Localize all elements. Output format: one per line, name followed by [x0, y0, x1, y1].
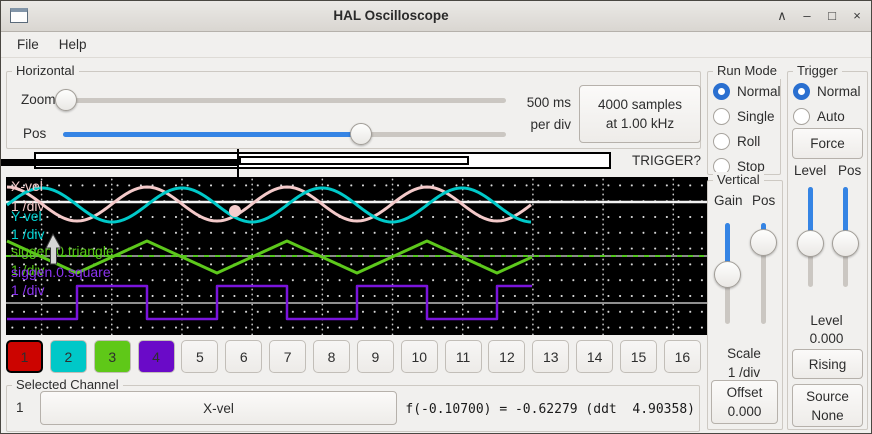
- radio-option-normal[interactable]: Normal: [713, 83, 781, 100]
- titlebar: HAL Oscilloscope ∧ – □ ×: [1, 1, 871, 32]
- scope-display[interactable]: X-vel1 /divY-vel1 /divsiggen.0.triangle1…: [6, 177, 708, 335]
- record-capture-bar: [239, 156, 469, 165]
- channel-button-1[interactable]: 1: [6, 340, 43, 373]
- trigger-pos-label: Pos: [838, 163, 861, 178]
- vertical-gain-knob[interactable]: [714, 261, 741, 288]
- trigger-source-value: None: [811, 406, 843, 425]
- radio-icon[interactable]: [713, 83, 730, 100]
- radio-icon[interactable]: [793, 83, 810, 100]
- samples-line2: at 1.00 kHz: [606, 114, 674, 133]
- channel-button-9[interactable]: 9: [357, 340, 394, 373]
- trigger-frame-label: Trigger: [793, 63, 842, 79]
- minimize-button[interactable]: –: [799, 8, 815, 24]
- vertical-frame-label: Vertical: [713, 172, 764, 188]
- trigger-source-button[interactable]: Source None: [792, 384, 863, 427]
- selected-channel-number: 1: [16, 400, 24, 415]
- vertical-offset-label: Offset: [727, 383, 763, 402]
- zoom-slider[interactable]: [63, 98, 506, 103]
- vertical-pos-label: Pos: [752, 193, 775, 208]
- radio-option-normal[interactable]: Normal: [793, 83, 861, 100]
- vertical-frame: Vertical Gain Pos Scale 1 /div Offset 0.…: [707, 180, 783, 430]
- vertical-offset-value: 0.000: [728, 402, 762, 421]
- record-pretrigger-bar: [1, 159, 239, 166]
- run-mode-options: NormalSingleRollStop: [713, 83, 781, 183]
- trigger-position-tick: [237, 149, 239, 178]
- samples-line1: 4000 samples: [598, 95, 682, 114]
- radio-icon[interactable]: [713, 108, 730, 125]
- pos-label: Pos: [23, 126, 46, 141]
- samples-button[interactable]: 4000 samples at 1.00 kHz: [579, 85, 701, 143]
- scope-svg: X-vel1 /divY-vel1 /divsiggen.0.triangle1…: [6, 177, 708, 335]
- radio-label: Roll: [737, 134, 760, 149]
- radio-label: Auto: [817, 109, 845, 124]
- hal-oscilloscope-window: HAL Oscilloscope ∧ – □ × File Help Horiz…: [0, 0, 872, 434]
- window-title: HAL Oscilloscope: [1, 1, 781, 31]
- trigger-level-label: Level: [794, 163, 826, 178]
- close-button[interactable]: ×: [849, 8, 865, 24]
- maximize-button[interactable]: □: [824, 8, 840, 24]
- vertical-scale-value: 1 /div: [708, 365, 780, 380]
- scope-channel-label: Y-vel: [11, 208, 42, 224]
- radio-label: Single: [737, 109, 775, 124]
- zoom-label: Zoom: [21, 92, 56, 107]
- radio-option-auto[interactable]: Auto: [793, 108, 861, 125]
- channel-button-3[interactable]: 3: [94, 340, 131, 373]
- channel-button-13[interactable]: 13: [532, 340, 569, 373]
- selected-channel-name-button[interactable]: X-vel: [40, 391, 397, 425]
- channel-button-14[interactable]: 14: [576, 340, 613, 373]
- channel-value-readout: f(-0.10700) = -0.62279 (ddt 4.90358): [405, 402, 695, 417]
- zoom-slider-knob[interactable]: [55, 89, 77, 111]
- trigger-point-marker: [229, 205, 241, 217]
- vertical-pos-knob[interactable]: [750, 229, 777, 256]
- trigger-level-value: 0.000: [788, 331, 865, 346]
- per-div-value: 500 ms: [481, 95, 571, 110]
- horizontal-frame-label: Horizontal: [12, 63, 79, 79]
- vertical-scale-label: Scale: [708, 346, 780, 361]
- channel-button-5[interactable]: 5: [181, 340, 218, 373]
- scope-channel-label: X-vel: [11, 178, 43, 194]
- trigger-level-knob[interactable]: [797, 230, 824, 257]
- channel-button-10[interactable]: 10: [401, 340, 438, 373]
- run-mode-frame-label: Run Mode: [713, 63, 781, 79]
- scope-channel-label: siggen.0.square: [11, 264, 111, 280]
- trigger-frame: Trigger NormalAuto Force Level Pos Level…: [787, 71, 868, 430]
- radio-label: Normal: [737, 84, 781, 99]
- menubar: File Help: [1, 32, 871, 58]
- shade-button[interactable]: ∧: [774, 8, 790, 24]
- pos-slider-knob[interactable]: [350, 123, 372, 145]
- channel-button-12[interactable]: 12: [488, 340, 525, 373]
- channel-button-11[interactable]: 11: [445, 340, 482, 373]
- radio-option-roll[interactable]: Roll: [713, 133, 781, 150]
- run-mode-frame: Run Mode NormalSingleRollStop: [707, 71, 781, 175]
- trigger-force-button[interactable]: Force: [792, 128, 863, 159]
- trigger-level-value-label: Level: [788, 313, 865, 328]
- channel-button-4[interactable]: 4: [138, 340, 175, 373]
- channel-button-2[interactable]: 2: [50, 340, 87, 373]
- channel-button-16[interactable]: 16: [664, 340, 701, 373]
- channel-buttons: 12345678910111213141516: [6, 340, 701, 373]
- channel-button-15[interactable]: 15: [620, 340, 657, 373]
- channel-button-7[interactable]: 7: [269, 340, 306, 373]
- vertical-offset-button[interactable]: Offset 0.000: [711, 380, 778, 424]
- scope-channel-label: 1 /div: [11, 226, 44, 242]
- menu-file[interactable]: File: [7, 34, 49, 55]
- trigger-options: Normal Auto: [793, 83, 861, 133]
- radio-icon[interactable]: [713, 133, 730, 150]
- pos-slider-fill: [63, 132, 361, 137]
- trigger-status-label: TRIGGER?: [623, 153, 701, 168]
- radio-icon[interactable]: [793, 108, 810, 125]
- radio-label: Normal: [817, 84, 861, 99]
- radio-option-single[interactable]: Single: [713, 108, 781, 125]
- scope-channel-label: siggen.0.triangle: [11, 243, 114, 259]
- menu-help[interactable]: Help: [49, 34, 97, 55]
- trigger-pos-knob[interactable]: [832, 230, 859, 257]
- trigger-source-label: Source: [806, 387, 849, 406]
- channel-button-8[interactable]: 8: [313, 340, 350, 373]
- channel-button-6[interactable]: 6: [225, 340, 262, 373]
- trigger-edge-button[interactable]: Rising: [792, 349, 863, 379]
- scope-channel-label: 1 /div: [11, 282, 44, 298]
- per-div-caption: per div: [481, 117, 571, 132]
- vertical-gain-label: Gain: [714, 193, 743, 208]
